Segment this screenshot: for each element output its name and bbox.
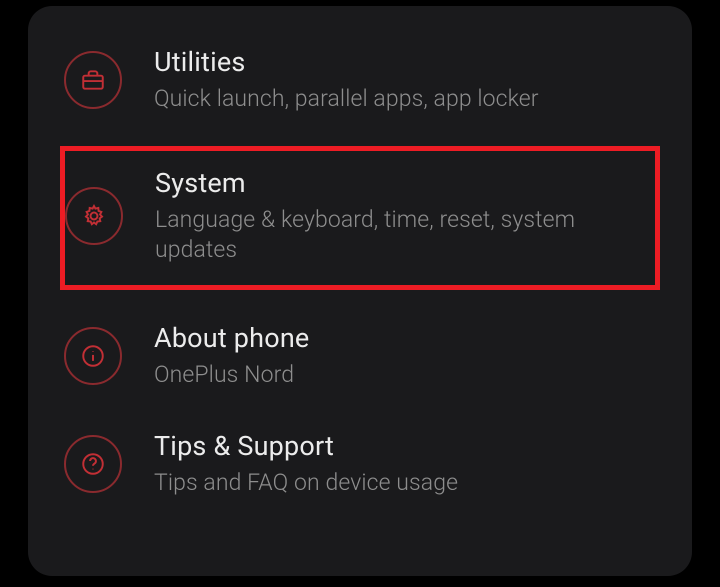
settings-item-text: Tips & Support Tips and FAQ on device us…: [154, 430, 648, 498]
settings-item-title: Tips & Support: [154, 430, 648, 462]
settings-item-title: System: [155, 167, 643, 199]
settings-panel: Utilities Quick launch, parallel apps, a…: [28, 6, 692, 576]
settings-item-title: About phone: [154, 322, 648, 354]
gear-icon: [65, 187, 123, 245]
settings-item-text: Utilities Quick launch, parallel apps, a…: [154, 46, 648, 114]
settings-item-subtitle: Quick launch, parallel apps, app locker: [154, 84, 648, 114]
settings-item-about-phone[interactable]: About phone OnePlus Nord: [28, 302, 692, 410]
settings-item-system[interactable]: System Language & keyboard, time, reset,…: [60, 146, 660, 290]
settings-item-subtitle: Language & keyboard, time, reset, system…: [155, 205, 643, 265]
settings-item-text: About phone OnePlus Nord: [154, 322, 648, 390]
help-icon: [64, 435, 122, 493]
info-icon: [64, 327, 122, 385]
settings-item-utilities[interactable]: Utilities Quick launch, parallel apps, a…: [28, 26, 692, 134]
settings-item-text: System Language & keyboard, time, reset,…: [155, 167, 643, 265]
settings-item-subtitle: OnePlus Nord: [154, 360, 648, 390]
toolbox-icon: [64, 51, 122, 109]
settings-item-title: Utilities: [154, 46, 648, 78]
settings-item-subtitle: Tips and FAQ on device usage: [154, 468, 648, 498]
settings-item-tips-support[interactable]: Tips & Support Tips and FAQ on device us…: [28, 410, 692, 518]
